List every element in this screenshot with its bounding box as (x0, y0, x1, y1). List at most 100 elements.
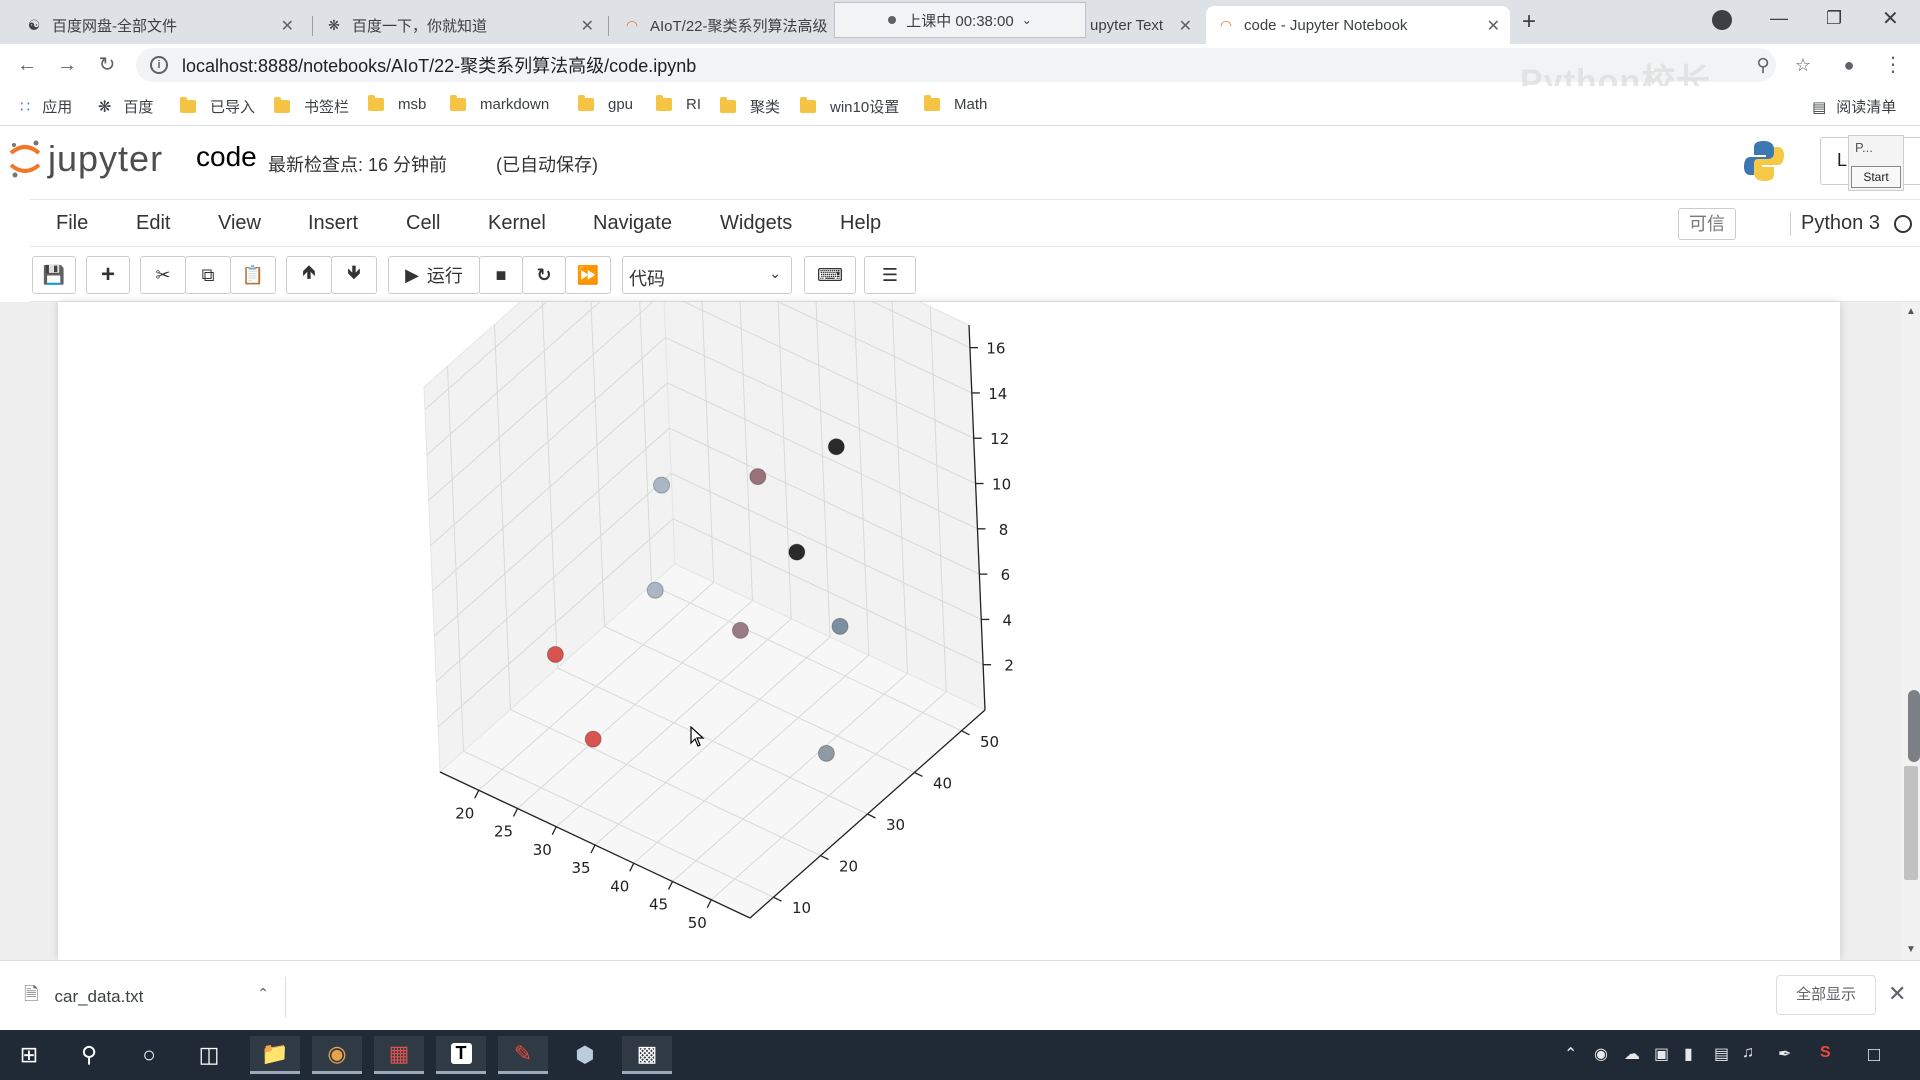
network-icon[interactable]: ▤ (1714, 1044, 1729, 1064)
paste-button[interactable]: 📋 (230, 256, 276, 294)
scroll-up-icon[interactable]: ▲ (1906, 306, 1916, 317)
tray-app-icon[interactable]: ◉ (1594, 1044, 1608, 1064)
download-item[interactable]: 🗎 car_data.txt ⌃ (24, 977, 286, 1017)
menu-edit[interactable]: Edit (136, 212, 170, 235)
bookmark-imported[interactable]: 已导入 (180, 96, 255, 117)
close-icon[interactable]: ✕ (281, 16, 294, 36)
bookmark-baidu[interactable]: ❋ 百度 (98, 96, 153, 117)
x-tick-label: 25 (494, 823, 513, 841)
chrome-icon[interactable]: ◉ (312, 1036, 362, 1074)
bookmark-win10[interactable]: win10设置 (800, 96, 899, 117)
cut-button[interactable]: ✂ (140, 256, 186, 294)
tab-baidu-pan[interactable]: ☯ 百度网盘-全部文件 ✕ (14, 6, 304, 44)
back-arrow-icon[interactable]: ← (14, 52, 40, 78)
bookmark-gpu[interactable]: gpu (578, 95, 633, 113)
menu-kernel[interactable]: Kernel (488, 212, 546, 235)
minimize-icon[interactable]: — (1770, 8, 1788, 29)
restart-button[interactable]: ↻ (522, 256, 566, 294)
close-icon[interactable]: ✕ (1487, 16, 1500, 36)
copy-button[interactable]: ⧉ (185, 256, 231, 294)
search-icon[interactable]: ⚲ (64, 1036, 114, 1074)
new-tab-icon[interactable]: + (1522, 8, 1536, 36)
paint-app-icon[interactable]: ▦ (374, 1036, 424, 1074)
jupyter-logo[interactable]: jupyter (8, 137, 163, 181)
file-explorer-icon[interactable]: 📁 (250, 1036, 300, 1074)
window-close-icon[interactable]: ✕ (1882, 6, 1899, 31)
menu-view[interactable]: View (218, 212, 261, 235)
bookmark-markdown[interactable]: markdown (450, 95, 549, 113)
menu-navigate[interactable]: Navigate (593, 212, 672, 235)
reading-list[interactable]: ▤ 阅读清单 (1812, 96, 1896, 117)
move-up-button[interactable]: 🡹 (286, 256, 332, 294)
bookmark-msb[interactable]: msb (368, 95, 426, 113)
command-palette-button[interactable]: ⌨ (804, 256, 856, 294)
vertical-scrollbar[interactable]: ▲ ▼ (1902, 302, 1920, 960)
tray-screen-icon[interactable]: ▣ (1654, 1044, 1669, 1064)
more-menu-icon[interactable]: ⋮ (1880, 52, 1906, 78)
move-down-button[interactable]: 🡻 (331, 256, 377, 294)
tab-title: code - Jupyter Notebook (1244, 16, 1408, 34)
star-icon[interactable]: ☆ (1790, 52, 1816, 78)
bookmark-label: win10设置 (830, 99, 900, 116)
forward-arrow-icon[interactable]: → (54, 52, 80, 78)
bookmark-math[interactable]: Math (924, 95, 987, 113)
recording-indicator[interactable]: 上课中 00:38:00 ⌄ (834, 2, 1086, 38)
run-button[interactable]: ▶ 运行 (388, 256, 480, 294)
onedrive-icon[interactable]: ☁ (1624, 1044, 1640, 1064)
bookmark-apps[interactable]: ∷ 应用 (20, 96, 72, 117)
task-view-icon[interactable]: ◫ (184, 1036, 234, 1074)
bookmark-clustering[interactable]: 聚类 (720, 96, 780, 117)
menu-cell[interactable]: Cell (406, 212, 440, 235)
zoom-icon[interactable]: ⚲ (1750, 52, 1776, 78)
sogou-ime-icon[interactable]: S (1820, 1044, 1831, 1062)
windows-start-icon[interactable]: ⊞ (4, 1036, 54, 1074)
tab-jupyter-text[interactable]: upyter Text ✕ (1078, 6, 1202, 44)
bookmark-ri[interactable]: RI (656, 95, 701, 113)
pdf-app-icon[interactable]: ✎ (498, 1036, 548, 1074)
close-icon[interactable]: ✕ (1179, 16, 1192, 36)
tab-search-icon[interactable] (1712, 10, 1732, 30)
kernel-name[interactable]: Python 3 (1790, 212, 1880, 235)
scroll-down-icon[interactable]: ▼ (1906, 944, 1916, 955)
toc-button[interactable]: ☰ (864, 256, 916, 294)
reload-icon[interactable]: ↻ (94, 52, 120, 78)
cortana-icon[interactable]: ○ (124, 1036, 174, 1074)
save-button[interactable]: 💾 (32, 256, 76, 294)
interrupt-button[interactable]: ■ (479, 256, 523, 294)
info-icon[interactable]: i (150, 56, 168, 74)
menu-widgets[interactable]: Widgets (720, 212, 792, 235)
floating-scroll-handle[interactable] (1908, 690, 1920, 762)
battery-icon[interactable]: ▮ (1684, 1044, 1693, 1064)
chevron-up-icon[interactable]: ⌃ (257, 985, 269, 1002)
typora-icon[interactable]: T (436, 1036, 486, 1074)
y-tick-mark (961, 730, 970, 736)
trusted-badge[interactable]: 可信 (1678, 208, 1736, 240)
restart-run-all-button[interactable]: ⏩ (565, 256, 611, 294)
restore-icon[interactable]: ❐ (1826, 8, 1842, 29)
menu-insert[interactable]: Insert (308, 212, 358, 235)
close-icon[interactable]: ✕ (1888, 981, 1906, 1007)
app-icon[interactable]: ⬢ (560, 1036, 610, 1074)
notification-icon[interactable]: □ (1868, 1044, 1880, 1067)
tab-aiot-folder[interactable]: ◠ AIoT/22-聚类系列算法高级 (612, 6, 842, 44)
bookmark-bookmarks-bar[interactable]: 书签栏 (274, 96, 349, 117)
show-all-button[interactable]: 全部显示 (1776, 975, 1876, 1015)
pen-icon[interactable]: ✒ (1778, 1044, 1791, 1064)
profile-icon[interactable]: ● (1836, 52, 1862, 78)
insert-cell-button[interactable]: + (86, 256, 130, 294)
reading-list-label: 阅读清单 (1836, 99, 1897, 116)
tray-chevron-up-icon[interactable]: ⌃ (1564, 1044, 1577, 1064)
notebook-page: 20 25 30 35 40 45 50 10 20 30 40 50 2 4 6 8 10 12 14 16 (58, 302, 1840, 960)
scrollbar-thumb[interactable] (1904, 766, 1918, 880)
terminal-icon[interactable]: ▩ (622, 1036, 672, 1074)
menu-file[interactable]: File (56, 212, 88, 235)
scatter-point (584, 730, 602, 748)
start-button[interactable]: Start (1851, 166, 1901, 188)
volume-icon[interactable]: ♫ (1742, 1044, 1754, 1062)
notebook-name[interactable]: code (196, 141, 257, 173)
cell-type-select[interactable]: 代码 ⌄ (622, 256, 792, 294)
menu-help[interactable]: Help (840, 212, 881, 235)
close-icon[interactable]: ✕ (581, 16, 594, 36)
tab-baidu-search[interactable]: ❋ 百度一下，你就知道 ✕ (314, 6, 604, 44)
tab-code-notebook[interactable]: ◠ code - Jupyter Notebook ✕ (1206, 6, 1510, 44)
